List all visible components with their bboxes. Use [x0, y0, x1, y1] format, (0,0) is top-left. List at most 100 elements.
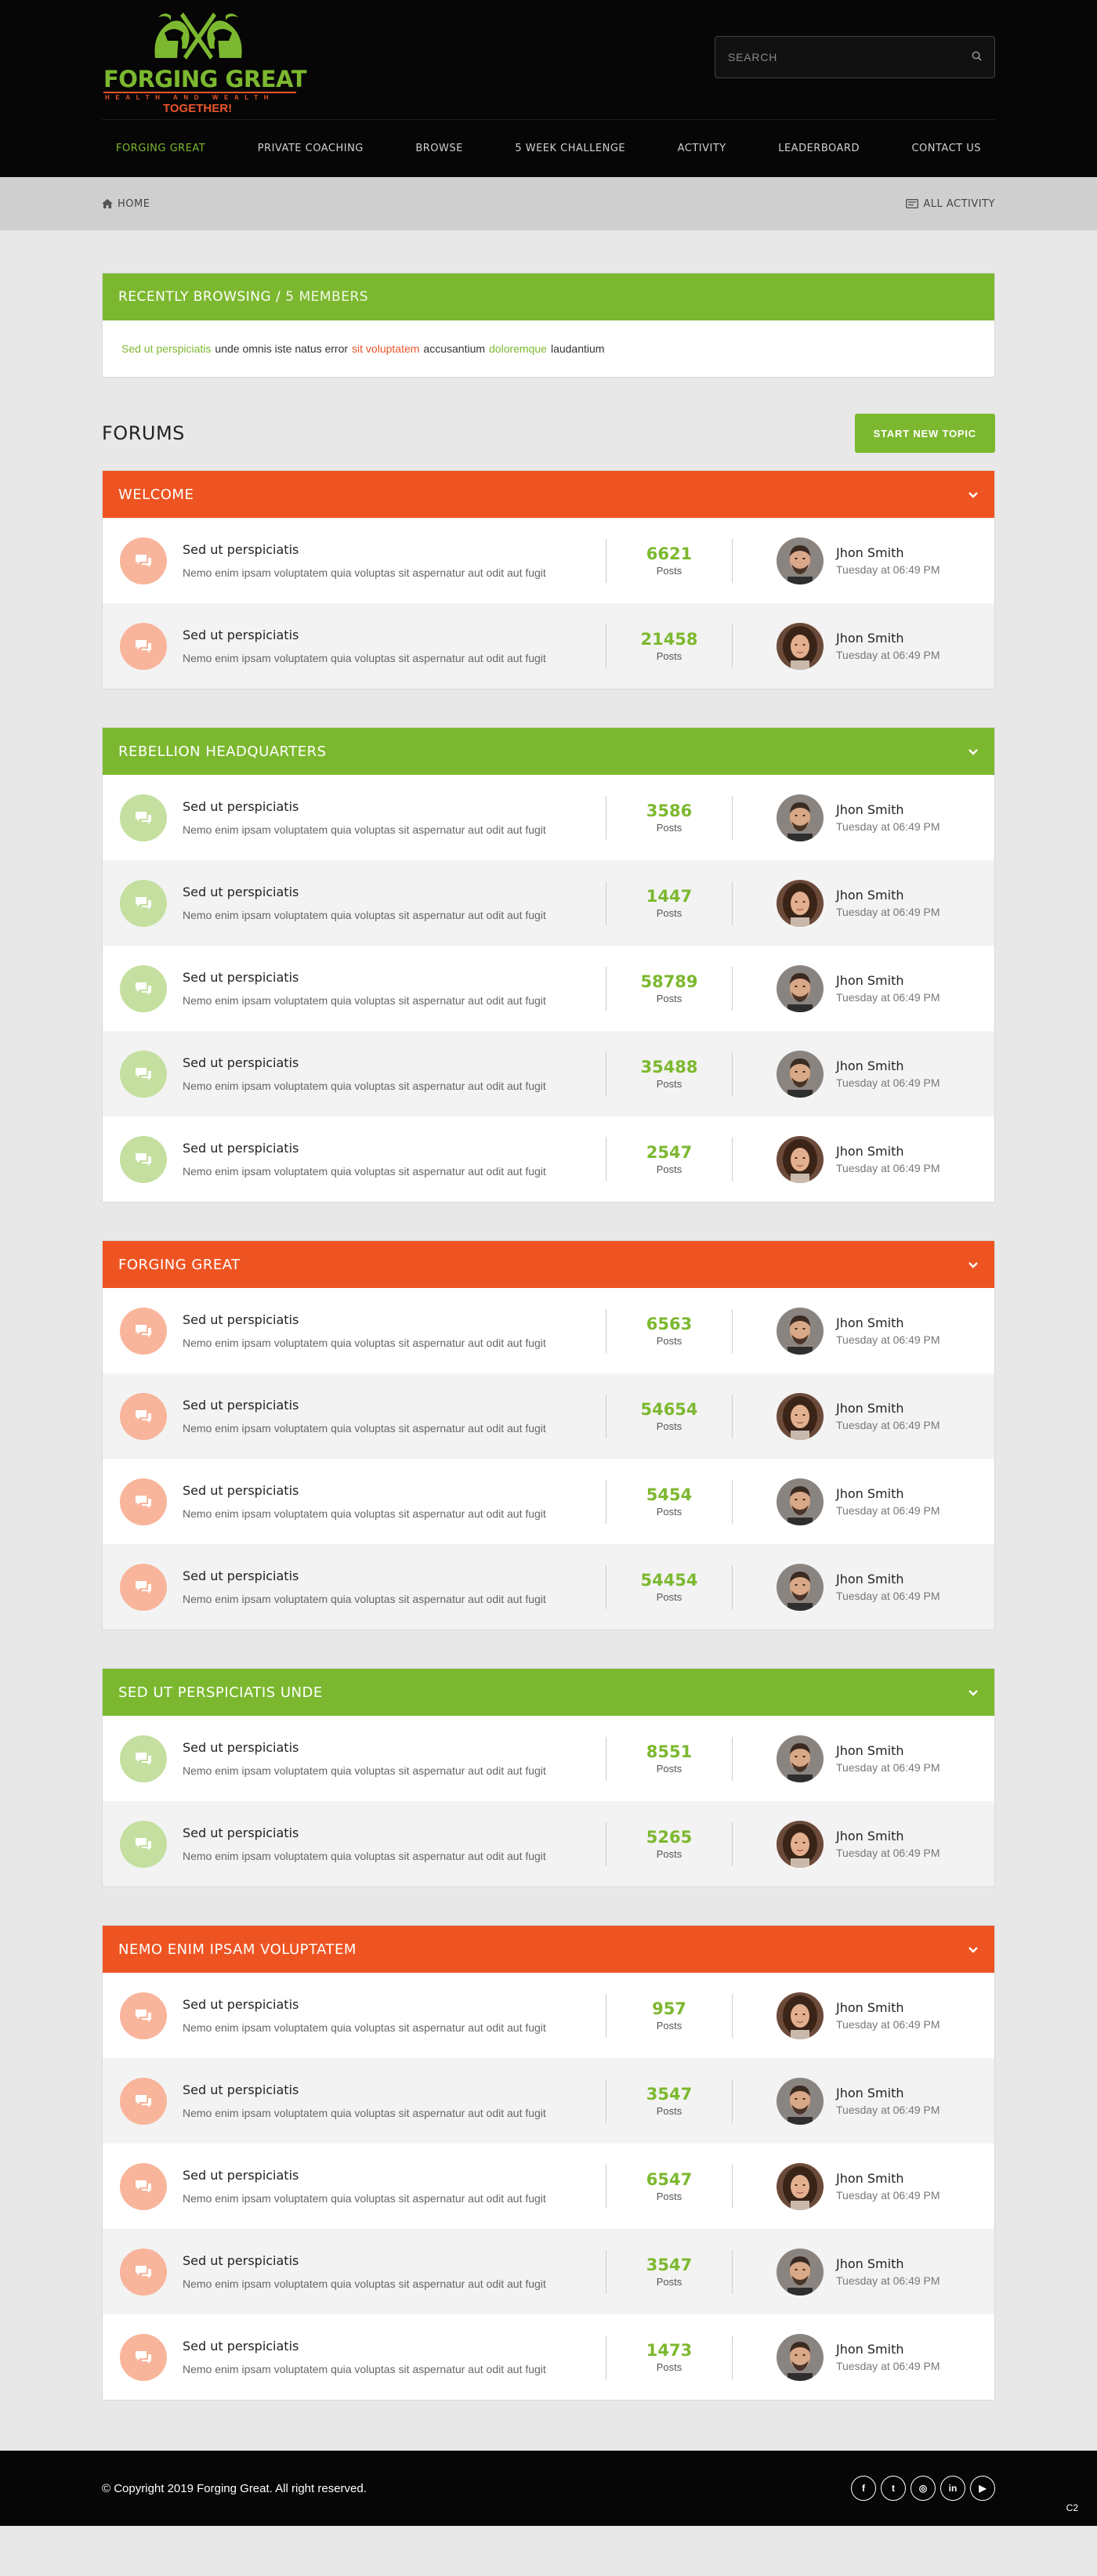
nav-item-leaderboard[interactable]: LEADERBOARD: [778, 143, 860, 154]
youtube-icon[interactable]: ▶: [970, 2476, 995, 2501]
user-name[interactable]: Jhon Smith: [836, 1401, 940, 1416]
forum-row[interactable]: Sed ut perspiciatis Nemo enim ipsam volup…: [103, 1801, 994, 1887]
avatar[interactable]: [777, 964, 824, 1012]
nav-item-activity[interactable]: ACTIVITY: [678, 143, 726, 154]
user-name[interactable]: Jhon Smith: [836, 1144, 940, 1159]
avatar[interactable]: [777, 2248, 824, 2296]
forum-row[interactable]: Sed ut perspiciatis Nemo enim ipsam volup…: [103, 1459, 994, 1544]
forum-row[interactable]: Sed ut perspiciatis Nemo enim ipsam volup…: [103, 860, 994, 946]
linkedin-icon[interactable]: in: [940, 2476, 965, 2501]
forum-row[interactable]: Sed ut perspiciatis Nemo enim ipsam volup…: [103, 2144, 994, 2229]
avatar[interactable]: [777, 1307, 824, 1355]
nav-item-contact-us[interactable]: CONTACT US: [911, 143, 981, 154]
user-name[interactable]: Jhon Smith: [836, 1743, 940, 1758]
forum-row[interactable]: Sed ut perspiciatis Nemo enim ipsam volup…: [103, 1544, 994, 1630]
avatar[interactable]: [777, 2162, 824, 2210]
all-activity-link[interactable]: ALL ACTIVITY: [906, 198, 995, 210]
nav-item-forging-great[interactable]: FORGING GREAT: [116, 143, 205, 154]
chevron-down-icon[interactable]: [968, 487, 979, 502]
member-link[interactable]: doloremque: [489, 342, 547, 355]
topic-title[interactable]: Sed ut perspiciatis: [183, 1055, 590, 1070]
topic-title[interactable]: Sed ut perspiciatis: [183, 1312, 590, 1327]
avatar[interactable]: [777, 794, 824, 841]
topic-title[interactable]: Sed ut perspiciatis: [183, 2339, 590, 2353]
member-link[interactable]: sit voluptatem: [352, 342, 419, 355]
user-name[interactable]: Jhon Smith: [836, 1058, 940, 1073]
category-header[interactable]: NEMO ENIM IPSAM VOLUPTATEM: [103, 1926, 994, 1973]
avatar[interactable]: [777, 1135, 824, 1183]
user-name[interactable]: Jhon Smith: [836, 2000, 940, 2015]
topic-title[interactable]: Sed ut perspiciatis: [183, 1997, 590, 2012]
forum-row[interactable]: Sed ut perspiciatis Nemo enim ipsam volup…: [103, 1288, 994, 1373]
chevron-down-icon[interactable]: [968, 1685, 979, 1700]
brand-logo[interactable]: FORGING GREAT HEALTH AND WEALTH TOGETHER…: [102, 9, 306, 115]
forum-row[interactable]: Sed ut perspiciatis Nemo enim ipsam volup…: [103, 2058, 994, 2144]
topic-title[interactable]: Sed ut perspiciatis: [183, 1141, 590, 1156]
avatar[interactable]: [777, 1478, 824, 1525]
avatar[interactable]: [777, 2077, 824, 2125]
user-name[interactable]: Jhon Smith: [836, 1486, 940, 1501]
avatar[interactable]: [777, 1992, 824, 2039]
topic-title[interactable]: Sed ut perspiciatis: [183, 1825, 590, 1840]
topic-title[interactable]: Sed ut perspiciatis: [183, 1483, 590, 1498]
user-name[interactable]: Jhon Smith: [836, 2086, 940, 2100]
nav-item-private-coaching[interactable]: PRIVATE COACHING: [258, 143, 364, 154]
user-name[interactable]: Jhon Smith: [836, 2342, 940, 2357]
topic-title[interactable]: Sed ut perspiciatis: [183, 2082, 590, 2097]
forum-row[interactable]: Sed ut perspiciatis Nemo enim ipsam volup…: [103, 1031, 994, 1116]
topic-title[interactable]: Sed ut perspiciatis: [183, 2253, 590, 2268]
breadcrumb-home[interactable]: HOME: [102, 198, 150, 210]
forum-row[interactable]: Sed ut perspiciatis Nemo enim ipsam volup…: [103, 603, 994, 689]
user-name[interactable]: Jhon Smith: [836, 631, 940, 646]
member-link[interactable]: Sed ut perspiciatis: [121, 342, 211, 355]
avatar[interactable]: [777, 1392, 824, 1440]
topic-title[interactable]: Sed ut perspiciatis: [183, 885, 590, 899]
instagram-icon[interactable]: ◎: [911, 2476, 936, 2501]
chevron-down-icon[interactable]: [968, 1942, 979, 1957]
chevron-down-icon[interactable]: [968, 744, 979, 759]
forum-row[interactable]: Sed ut perspiciatis Nemo enim ipsam volup…: [103, 1716, 994, 1801]
user-name[interactable]: Jhon Smith: [836, 973, 940, 988]
topic-title[interactable]: Sed ut perspiciatis: [183, 2168, 590, 2183]
forum-row[interactable]: Sed ut perspiciatis Nemo enim ipsam volup…: [103, 1973, 994, 2058]
avatar[interactable]: [777, 2333, 824, 2381]
topic-title[interactable]: Sed ut perspiciatis: [183, 1398, 590, 1413]
user-name[interactable]: Jhon Smith: [836, 1315, 940, 1330]
forum-row[interactable]: Sed ut perspiciatis Nemo enim ipsam volup…: [103, 2314, 994, 2400]
topic-title[interactable]: Sed ut perspiciatis: [183, 542, 590, 557]
forum-row[interactable]: Sed ut perspiciatis Nemo enim ipsam volup…: [103, 775, 994, 860]
avatar[interactable]: [777, 622, 824, 670]
chevron-down-icon[interactable]: [968, 1257, 979, 1272]
topic-title[interactable]: Sed ut perspiciatis: [183, 799, 590, 814]
topic-title[interactable]: Sed ut perspiciatis: [183, 628, 590, 642]
forum-row[interactable]: Sed ut perspiciatis Nemo enim ipsam volup…: [103, 2229, 994, 2314]
forum-row[interactable]: Sed ut perspiciatis Nemo enim ipsam volup…: [103, 1373, 994, 1459]
user-name[interactable]: Jhon Smith: [836, 802, 940, 817]
topic-title[interactable]: Sed ut perspiciatis: [183, 970, 590, 985]
nav-item-browse[interactable]: BROWSE: [415, 143, 463, 154]
avatar[interactable]: [777, 879, 824, 927]
avatar[interactable]: [777, 1735, 824, 1782]
forum-row[interactable]: Sed ut perspiciatis Nemo enim ipsam volup…: [103, 1116, 994, 1202]
avatar[interactable]: [777, 1563, 824, 1611]
user-name[interactable]: Jhon Smith: [836, 1572, 940, 1586]
category-header[interactable]: REBELLION HEADQUARTERS: [103, 728, 994, 775]
user-name[interactable]: Jhon Smith: [836, 2256, 940, 2271]
avatar[interactable]: [777, 1050, 824, 1098]
topic-title[interactable]: Sed ut perspiciatis: [183, 1740, 590, 1755]
search-input[interactable]: [728, 51, 972, 63]
twitter-icon[interactable]: t: [881, 2476, 906, 2501]
topic-title[interactable]: Sed ut perspiciatis: [183, 1568, 590, 1583]
search-icon[interactable]: [972, 51, 982, 63]
category-header[interactable]: WELCOME: [103, 471, 994, 518]
user-name[interactable]: Jhon Smith: [836, 2171, 940, 2186]
start-new-topic-button[interactable]: START NEW TOPIC: [854, 414, 995, 453]
avatar[interactable]: [777, 1820, 824, 1868]
category-header[interactable]: FORGING GREAT: [103, 1241, 994, 1288]
forum-row[interactable]: Sed ut perspiciatis Nemo enim ipsam volup…: [103, 946, 994, 1031]
user-name[interactable]: Jhon Smith: [836, 545, 940, 560]
facebook-icon[interactable]: f: [851, 2476, 876, 2501]
avatar[interactable]: [777, 537, 824, 584]
user-name[interactable]: Jhon Smith: [836, 888, 940, 903]
user-name[interactable]: Jhon Smith: [836, 1829, 940, 1843]
